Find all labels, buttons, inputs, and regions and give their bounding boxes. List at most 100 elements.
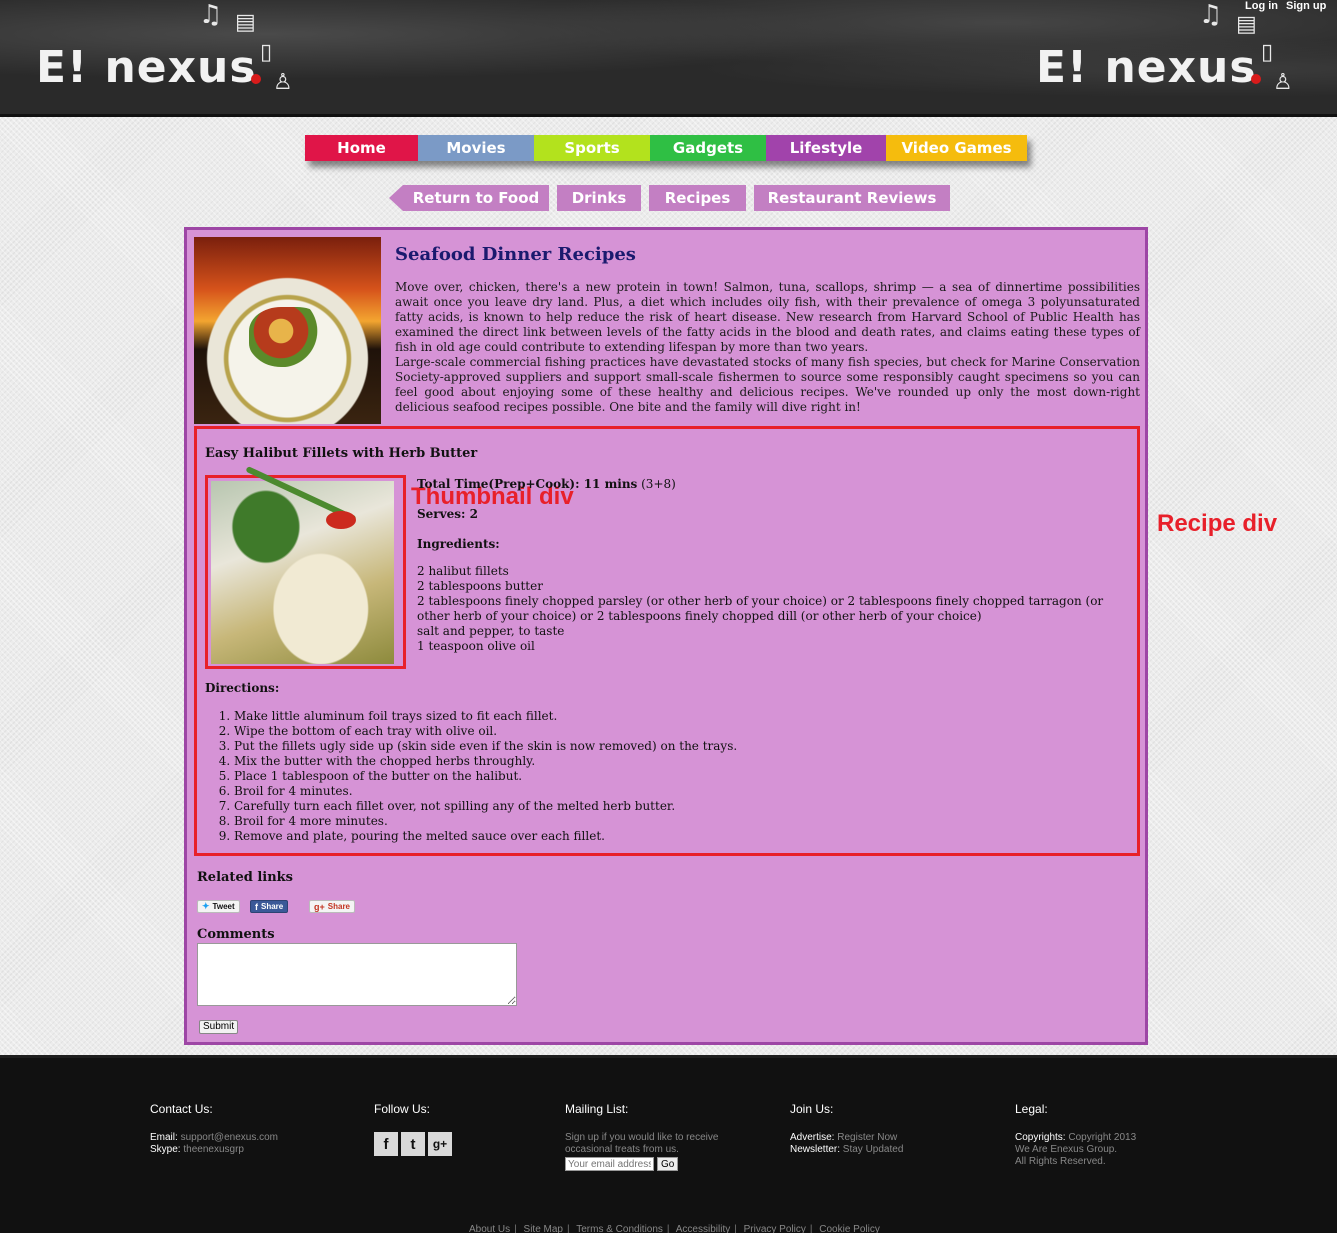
site-logo-secondary: E! nexus [1036,42,1261,93]
footer-advertise: Advertise: Register Now [790,1132,898,1143]
thumbnail-div [205,465,406,669]
google-plus-share-button[interactable]: g+ Share [309,900,355,913]
register-now-link[interactable]: Register Now [837,1132,897,1143]
footer-join: Join Us: Advertise: Register Now Newslet… [790,1102,903,1156]
intro-paragraph-1: Move over, chicken, there's a new protei… [395,280,1140,354]
facebook-icon: f [255,901,258,912]
signup-link[interactable]: Sign up [1286,0,1326,12]
facebook-share-button[interactable]: f Share [250,900,289,913]
nav-tab-lifestyle[interactable]: Lifestyle [766,135,886,161]
nav-tab-home[interactable]: Home [305,135,418,161]
back-arrow-icon[interactable] [389,185,403,211]
footer-contact-heading: Contact Us: [150,1102,213,1116]
footer-email: Email: support@enexus.com [150,1132,278,1143]
footer-links: About Us | Site Map | Terms & Conditions | … [469,1224,880,1233]
recipe-div-label: Recipe div [1157,510,1278,537]
logo-dot [1250,74,1261,84]
ingredients-label: Ingredients: [417,537,500,551]
site-header: E! nexus ♫ ▤ ▯ ♙ E! nexus ♫ ▤ ▯ ♙ Log in… [0,0,1337,117]
subnav-restaurant-reviews[interactable]: Restaurant Reviews [754,185,950,211]
footer-link-about[interactable]: About Us [469,1224,510,1233]
directions-label: Directions: [205,681,280,695]
stay-updated-link[interactable]: Stay Updated [843,1144,904,1155]
footer-link-accessibility[interactable]: Accessibility [676,1224,730,1233]
footer-follow: Follow Us: f t g+ [374,1102,452,1156]
phone-icon: ▯ [1261,40,1274,65]
direction-step: Make little aluminum foil trays sized to… [234,709,737,724]
comments-textarea[interactable] [197,943,517,1006]
mailing-form: Go [565,1157,745,1171]
footer-join-heading: Join Us: [790,1102,834,1116]
social-icons: f t g+ [374,1132,452,1156]
seafood-dish-image [194,237,381,424]
ingredient-item: 2 tablespoons butter [417,579,543,593]
recipe-total-time: Total Time(Prep+Cook): 11 mins (3+8) [417,477,676,491]
footer-newsletter: Newsletter: Stay Updated [790,1144,904,1155]
footer-copyright: Copyrights: Copyright 2013 [1015,1132,1137,1143]
footer-link-privacy[interactable]: Privacy Policy [744,1224,806,1233]
nav-tab-movies[interactable]: Movies [418,135,534,161]
ingredient-item: 1 teaspoon olive oil [417,639,535,653]
logo-dot [250,74,261,84]
direction-step: Mix the butter with the chopped herbs th… [234,754,737,769]
footer-mailing-list: Mailing List: Sign up if you would like … [565,1102,745,1171]
link-separator: | [809,1224,813,1233]
link-separator: | [666,1224,670,1233]
clapperboard-icon: ▤ [1236,12,1257,37]
footer-copyright-line2: We Are Enexus Group. [1015,1144,1118,1155]
clapperboard-icon: ▤ [235,10,256,35]
ingredient-item: 2 halibut fillets [417,564,509,578]
footer-link-terms[interactable]: Terms & Conditions [576,1224,663,1233]
mailing-email-input[interactable] [565,1157,654,1171]
google-plus-icon[interactable]: g+ [428,1132,452,1156]
tweet-button[interactable]: ✦ Tweet [197,900,240,913]
direction-step: Broil for 4 minutes. [234,784,737,799]
twitter-icon[interactable]: t [401,1132,425,1156]
footer-link-cookie[interactable]: Cookie Policy [819,1224,880,1233]
subnav-return-to-food[interactable]: Return to Food [403,185,549,211]
direction-step: Put the fillets ugly side up (skin side … [234,739,737,754]
site-logo[interactable]: E! nexus [36,42,261,93]
footer-link-sitemap[interactable]: Site Map [524,1224,563,1233]
direction-step: Broil for 4 more minutes. [234,814,737,829]
footer-skype: Skype: theenexusgrp [150,1144,244,1155]
site-footer: Contact Us: Email: support@enexus.com Sk… [0,1055,1337,1233]
nav-tab-gadgets[interactable]: Gadgets [650,135,766,161]
submit-comment-button[interactable]: Submit [199,1020,239,1034]
facebook-icon[interactable]: f [374,1132,398,1156]
footer-follow-heading: Follow Us: [374,1102,431,1116]
recipe-div: Easy Halibut Fillets with Herb Butter Th… [194,426,1140,856]
nav-tab-sports[interactable]: Sports [534,135,650,161]
recipe-title: Easy Halibut Fillets with Herb Butter [205,446,478,461]
halibut-thumbnail-image [211,465,394,664]
login-link[interactable]: Log in [1245,0,1278,12]
direction-step: Carefully turn each fillet over, not spi… [234,799,737,814]
nav-tab-video-games[interactable]: Video Games [886,135,1027,161]
email-link[interactable]: support@enexus.com [181,1132,278,1143]
link-separator: | [567,1224,570,1233]
tomato-garnish [326,511,356,529]
subnav-recipes[interactable]: Recipes [649,185,746,211]
ingredient-item: salt and pepper, to taste [417,624,565,638]
link-separator: | [514,1224,517,1233]
direction-step: Place 1 tablespoon of the butter on the … [234,769,737,784]
phone-icon: ▯ [260,40,273,65]
music-note-icon: ♫ [1199,0,1223,30]
subnav-drinks[interactable]: Drinks [557,185,641,211]
lobster-plate [249,307,329,367]
skype-link[interactable]: theenexusgrp [183,1144,244,1155]
page-title: Seafood Dinner Recipes [395,244,636,265]
link-separator: | [734,1224,737,1233]
ingredients-list: 2 halibut fillets 2 tablespoons butter 2… [417,564,1137,654]
recipe-serves: Serves: 2 [417,507,478,521]
main-nav: Home Movies Sports Gadgets Lifestyle Vid… [305,135,1027,161]
music-note-icon: ♫ [199,0,223,30]
footer-legal: Legal: Copyrights: Copyright 2013 We Are… [1015,1102,1136,1168]
comments-label: Comments [197,927,275,942]
footer-copyright-line3: All Rights Reserved. [1015,1156,1106,1167]
twitter-bird-icon: ✦ [202,901,210,911]
footer-legal-heading: Legal: [1015,1102,1048,1116]
ingredient-item: 2 tablespoons finely chopped parsley (or… [417,594,1104,623]
mailing-go-button[interactable]: Go [657,1157,679,1171]
article-intro: Move over, chicken, there's a new protei… [395,280,1140,415]
